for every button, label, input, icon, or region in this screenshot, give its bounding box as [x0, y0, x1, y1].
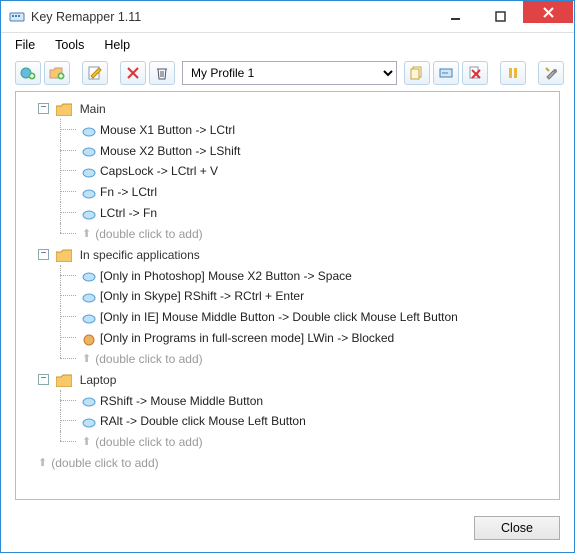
folder-label: Main — [80, 102, 106, 116]
profile-select[interactable]: My Profile 1 — [182, 61, 397, 85]
key-icon — [82, 415, 96, 427]
maximize-button[interactable] — [478, 2, 523, 32]
mapping-item[interactable]: [Only in Skype] RShift -> RCtrl + Enter — [38, 285, 555, 306]
mapping-item[interactable]: Mouse X1 Button -> LCtrl — [38, 119, 555, 140]
copy-profile-button[interactable] — [404, 61, 430, 85]
key-icon — [82, 290, 96, 302]
menubar: File Tools Help — [1, 33, 574, 57]
rename-profile-button[interactable] — [433, 61, 459, 85]
mapping-tree-panel: − Main Mouse X1 Button -> LCtrl Mouse X2… — [15, 91, 560, 500]
blocked-icon — [82, 332, 96, 344]
mapping-item[interactable]: RShift -> Mouse Middle Button — [38, 390, 555, 411]
toolbar: My Profile 1 — [1, 57, 574, 91]
folder-icon — [56, 373, 72, 386]
add-folder-button[interactable] — [44, 61, 70, 85]
menu-tools[interactable]: Tools — [47, 36, 92, 54]
add-hint-label: (double click to add) — [95, 435, 202, 449]
pause-button[interactable] — [500, 61, 526, 85]
mapping-item[interactable]: Fn -> LCtrl — [38, 181, 555, 202]
mapping-label: [Only in IE] Mouse Middle Button -> Doub… — [100, 310, 458, 324]
add-arrow-icon: ⬆ — [38, 457, 47, 469]
app-window: Key Remapper 1.11 File Tools Help — [0, 0, 575, 553]
mapping-item[interactable]: RAlt -> Double click Mouse Left Button — [38, 410, 555, 431]
app-icon — [9, 9, 25, 25]
minimize-button[interactable] — [433, 2, 478, 32]
mapping-item[interactable]: LCtrl -> Fn — [38, 202, 555, 223]
mapping-item[interactable]: [Only in Programs in full-screen mode] L… — [38, 327, 555, 348]
mapping-label: [Only in Skype] RShift -> RCtrl + Enter — [100, 289, 304, 303]
mapping-item[interactable]: CapsLock -> LCtrl + V — [38, 160, 555, 181]
add-mapping-hint[interactable]: ⬆ (double click to add) — [38, 431, 555, 452]
mapping-label: [Only in Programs in full-screen mode] L… — [100, 331, 394, 345]
delete-profile-button[interactable] — [462, 61, 488, 85]
folder-main[interactable]: − Main Mouse X1 Button -> LCtrl Mouse X2… — [20, 98, 555, 244]
footer: Close — [1, 508, 574, 552]
mapping-item[interactable]: [Only in Photoshop] Mouse X2 Button -> S… — [38, 265, 555, 286]
collapse-icon[interactable]: − — [38, 103, 49, 114]
mapping-label: LCtrl -> Fn — [100, 206, 157, 220]
add-mapping-hint[interactable]: ⬆ (double click to add) — [38, 223, 555, 244]
window-title: Key Remapper 1.11 — [31, 10, 433, 24]
menu-file[interactable]: File — [7, 36, 43, 54]
key-icon — [82, 269, 96, 281]
key-icon — [82, 207, 96, 219]
folder-laptop[interactable]: − Laptop RShift -> Mouse Middle Button R… — [20, 369, 555, 452]
folder-specific-apps[interactable]: − In specific applications [Only in Phot… — [20, 244, 555, 369]
key-icon — [82, 311, 96, 323]
collapse-icon[interactable]: − — [38, 374, 49, 385]
add-mapping-button[interactable] — [15, 61, 41, 85]
folder-icon — [56, 248, 72, 261]
mapping-label: Fn -> LCtrl — [100, 185, 157, 199]
edit-button[interactable] — [82, 61, 108, 85]
add-arrow-icon: ⬆ — [82, 228, 91, 240]
settings-button[interactable] — [538, 61, 564, 85]
mapping-label: [Only in Photoshop] Mouse X2 Button -> S… — [100, 268, 352, 282]
mapping-label: RAlt -> Double click Mouse Left Button — [100, 414, 306, 428]
mapping-tree[interactable]: − Main Mouse X1 Button -> LCtrl Mouse X2… — [20, 98, 555, 473]
folder-label: In specific applications — [80, 248, 200, 262]
mapping-label: Mouse X1 Button -> LCtrl — [100, 123, 235, 137]
add-hint-label: (double click to add) — [95, 352, 202, 366]
key-icon — [82, 165, 96, 177]
key-icon — [82, 144, 96, 156]
menu-help[interactable]: Help — [96, 36, 138, 54]
mapping-label: CapsLock -> LCtrl + V — [100, 164, 218, 178]
key-icon — [82, 394, 96, 406]
collapse-icon[interactable]: − — [38, 249, 49, 260]
close-button[interactable]: Close — [474, 516, 560, 540]
delete-button[interactable] — [120, 61, 146, 85]
mapping-item[interactable]: [Only in IE] Mouse Middle Button -> Doub… — [38, 306, 555, 327]
titlebar: Key Remapper 1.11 — [1, 1, 574, 33]
mapping-item[interactable]: Mouse X2 Button -> LShift — [38, 140, 555, 161]
key-icon — [82, 186, 96, 198]
key-icon — [82, 124, 96, 136]
add-mapping-hint[interactable]: ⬆ (double click to add) — [38, 348, 555, 369]
add-folder-hint[interactable]: ⬆ (double click to add) — [20, 452, 555, 473]
add-arrow-icon: ⬆ — [82, 436, 91, 448]
add-hint-label: (double click to add) — [95, 227, 202, 241]
folder-icon — [56, 102, 72, 115]
window-close-button[interactable] — [523, 1, 573, 23]
add-arrow-icon: ⬆ — [82, 353, 91, 365]
add-hint-label: (double click to add) — [51, 456, 158, 470]
mapping-label: Mouse X2 Button -> LShift — [100, 143, 240, 157]
trash-button[interactable] — [149, 61, 175, 85]
mapping-label: RShift -> Mouse Middle Button — [100, 393, 263, 407]
folder-label: Laptop — [80, 373, 117, 387]
